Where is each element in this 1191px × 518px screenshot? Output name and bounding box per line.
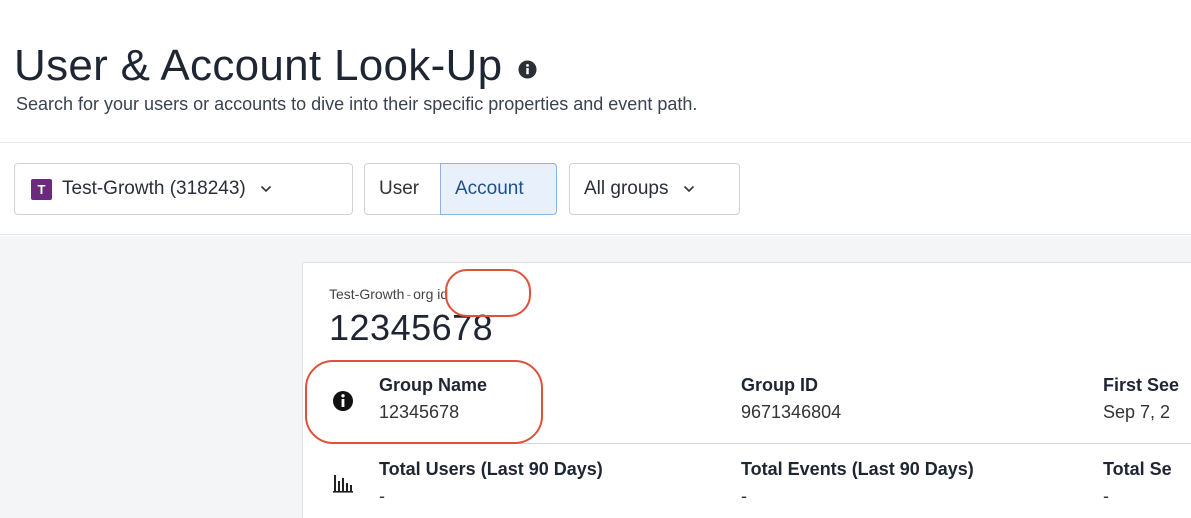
- field-label: Group ID: [741, 375, 818, 395]
- project-badge: T: [31, 178, 52, 200]
- page-title: User & Account Look-Up: [14, 41, 503, 90]
- chevron-down-icon: [260, 185, 271, 193]
- project-select[interactable]: T Test-Growth (318243): [14, 163, 353, 215]
- field-value: -: [741, 486, 747, 506]
- field-value: -: [379, 486, 385, 506]
- groups-label: All groups: [584, 178, 669, 199]
- field-label: Total Se: [1103, 459, 1172, 479]
- bar-chart-icon: [333, 475, 353, 493]
- page-header: User & Account Look-Up Search for your u…: [0, 0, 1191, 143]
- crumb-separator: -: [406, 286, 412, 302]
- annotation-circle: [305, 360, 543, 444]
- annotation-circle: [445, 269, 531, 317]
- metrics-row: Total Users (Last 90 Days) - Total Event…: [303, 459, 1191, 518]
- lookup-page: User & Account Look-Up Search for your u…: [0, 0, 1191, 518]
- groups-select[interactable]: All groups: [569, 163, 740, 215]
- field-value: 9671346804: [741, 402, 842, 422]
- account-toggle-button[interactable]: Account: [440, 163, 557, 215]
- field-label: First See: [1103, 375, 1180, 395]
- field-label: Total Users (Last 90 Days): [379, 459, 603, 479]
- field-value: Sep 7, 2: [1103, 402, 1171, 422]
- info-icon[interactable]: [518, 59, 537, 79]
- crumb-project: Test-Growth: [329, 286, 405, 302]
- total-users-field: Total Users (Last 90 Days) -: [379, 459, 603, 507]
- first-seen-field: First See Sep 7, 2: [1103, 375, 1179, 423]
- chevron-down-icon: [683, 185, 694, 193]
- project-label: Test-Growth (318243): [62, 178, 246, 199]
- field-value: -: [1103, 486, 1109, 506]
- account-breadcrumb: Test-Growth - org id: [329, 286, 448, 302]
- total-events-field: Total Events (Last 90 Days) -: [741, 459, 974, 507]
- total-sessions-field: Total Se -: [1103, 459, 1172, 507]
- toolbar: T Test-Growth (318243) User Account All …: [0, 143, 1191, 235]
- group-id-field: Group ID 9671346804: [741, 375, 841, 423]
- field-label: Total Events (Last 90 Days): [741, 459, 974, 479]
- title-row: User & Account Look-Up: [14, 40, 537, 92]
- page-subtitle: Search for your users or accounts to div…: [16, 94, 698, 114]
- entity-type-toggle: User Account: [364, 163, 557, 215]
- crumb-type: org id: [413, 286, 449, 302]
- user-toggle-button[interactable]: User: [364, 163, 441, 215]
